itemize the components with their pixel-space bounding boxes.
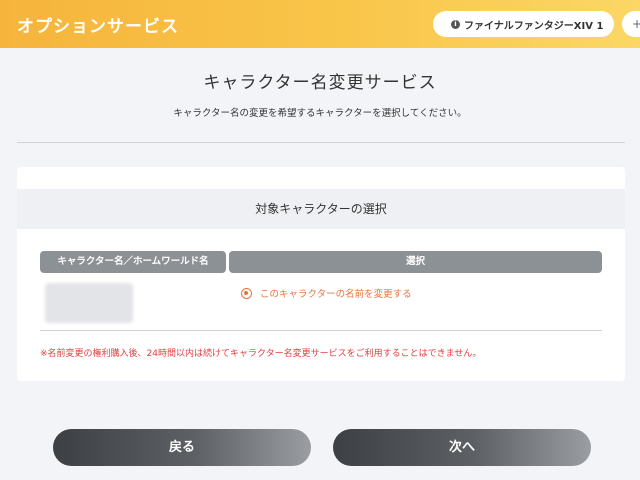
rename-character-option[interactable]: このキャラクターの名前を変更する <box>241 286 412 300</box>
game-selector-label: ファイナルファンタジーXIV 1 <box>464 20 604 32</box>
header-bar: オプションサービス i ファイナルファンタジーXIV 1 + <box>0 0 640 48</box>
service-subtitle: キャラクター名の変更を希望するキャラクターを選択してください。 <box>173 108 467 119</box>
notice-text: ※名前変更の権利購入後、24時間以内は続けてキャラクター名変更サービスをご利用す… <box>40 349 482 359</box>
back-button[interactable]: 戻る <box>53 429 311 466</box>
divider <box>17 142 625 143</box>
radio-button-selected[interactable] <box>241 287 252 299</box>
info-icon: i <box>451 19 460 29</box>
character-name-redacted <box>45 283 133 323</box>
column-header-character: キャラクター名／ホームワールド名 <box>40 251 226 273</box>
selection-card: 対象キャラクターの選択 キャラクター名／ホームワールド名 選択 このキャラクター… <box>17 167 625 381</box>
add-button[interactable]: + <box>622 11 640 37</box>
service-title: キャラクター名変更サービス <box>203 73 437 93</box>
plus-icon: + <box>632 17 640 31</box>
option-label: このキャラクターの名前を変更する <box>260 289 412 300</box>
section-title: 対象キャラクターの選択 <box>17 189 625 229</box>
row-divider <box>40 330 602 331</box>
next-button[interactable]: 次へ <box>333 429 591 466</box>
page-header-title: オプションサービス <box>17 17 179 37</box>
game-selector[interactable]: i ファイナルファンタジーXIV 1 <box>433 11 614 37</box>
column-header-select: 選択 <box>229 251 602 273</box>
